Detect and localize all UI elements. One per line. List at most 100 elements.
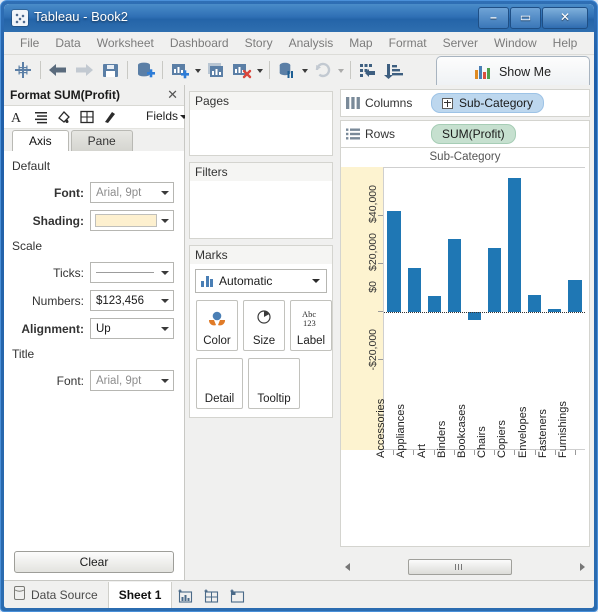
y-axis-tick-label: $0	[367, 281, 379, 293]
horizontal-scrollbar[interactable]	[340, 557, 590, 575]
bar-chairs[interactable]	[488, 248, 501, 312]
new-story-icon[interactable]	[229, 587, 245, 603]
sheet-1-tab[interactable]: Sheet 1	[109, 582, 173, 608]
chevron-down-icon[interactable]	[300, 58, 310, 82]
bar-accessories[interactable]	[387, 211, 400, 311]
menu-item-worksheet[interactable]: Worksheet	[89, 34, 162, 52]
chevron-down-icon[interactable]	[161, 299, 169, 303]
scroll-left-arrow[interactable]	[340, 558, 356, 574]
scroll-thumb[interactable]	[408, 559, 512, 575]
menu-item-window[interactable]: Window	[486, 34, 545, 52]
sort-ascending-icon[interactable]	[381, 58, 407, 82]
tab-pane[interactable]: Pane	[71, 130, 133, 152]
data-source-tab[interactable]: Data Source	[4, 582, 109, 608]
back-arrow-icon[interactable]	[45, 58, 71, 82]
control-numbers[interactable]: $123,456	[90, 290, 174, 311]
filters-card[interactable]: Filters	[189, 162, 333, 239]
control-shading[interactable]	[90, 210, 174, 231]
menu-item-dashboard[interactable]: Dashboard	[162, 34, 237, 52]
scroll-right-arrow[interactable]	[574, 558, 590, 574]
menu-item-story[interactable]: Story	[237, 34, 281, 52]
close-button[interactable]: ✕	[542, 7, 588, 29]
x-axis-label-furnishings[interactable]: Furnishings	[557, 401, 569, 458]
x-axis-label-bookcases[interactable]: Bookcases	[456, 404, 468, 458]
bar-art[interactable]	[428, 296, 441, 312]
x-axis-label-copiers[interactable]: Copiers	[496, 420, 508, 458]
expand-plus-icon[interactable]	[442, 98, 453, 109]
chevron-down-icon[interactable]	[161, 191, 169, 195]
fields-dropdown[interactable]: Fields	[146, 109, 178, 123]
menu-item-data[interactable]: Data	[47, 34, 88, 52]
menu-item-format[interactable]: Format	[381, 34, 435, 52]
marks-tooltip-button[interactable]: Tooltip	[248, 358, 300, 409]
minimize-button[interactable]: –	[478, 7, 509, 29]
columns-icon	[346, 97, 360, 109]
menu-item-help[interactable]: Help	[545, 34, 586, 52]
chevron-down-icon[interactable]	[161, 379, 169, 383]
x-axis-label-chairs[interactable]: Chairs	[476, 426, 488, 458]
lines-icon[interactable]	[102, 109, 118, 125]
rows-shelf[interactable]: Rows SUM(Profit)	[340, 120, 590, 148]
add-data-source-icon[interactable]	[132, 58, 158, 82]
menu-item-file[interactable]: File	[12, 34, 47, 52]
control-font[interactable]: Arial, 9pt	[90, 182, 174, 203]
menu-item-server[interactable]: Server	[435, 34, 486, 52]
bar-envelopes[interactable]	[528, 295, 541, 312]
clear-button[interactable]: Clear	[14, 551, 174, 573]
save-icon[interactable]	[97, 58, 123, 82]
control-alignment[interactable]: Up	[90, 318, 174, 339]
control-ticks[interactable]	[90, 262, 174, 283]
borders-icon[interactable]	[79, 109, 95, 125]
marks-type-dropdown[interactable]: Automatic	[195, 269, 327, 293]
close-icon[interactable]: ✕	[167, 87, 178, 103]
marks-color-button[interactable]: Color	[196, 300, 238, 351]
scroll-track[interactable]	[356, 558, 574, 574]
font-icon[interactable]: A	[10, 109, 26, 125]
chevron-down-icon[interactable]	[161, 327, 169, 331]
pause-auto-update-icon[interactable]	[274, 58, 300, 82]
maximize-button[interactable]: ▭	[510, 7, 541, 29]
new-dashboard-icon[interactable]	[203, 587, 219, 603]
forward-arrow-icon[interactable]	[71, 58, 97, 82]
columns-shelf[interactable]: Columns Sub-Category	[340, 89, 590, 117]
bar-bookcases[interactable]	[468, 312, 481, 320]
x-axis-label-envelopes[interactable]: Envelopes	[517, 407, 529, 458]
refresh-icon[interactable]	[310, 58, 336, 82]
new-worksheet-icon[interactable]	[167, 58, 193, 82]
tableau-sparkle-icon[interactable]	[10, 58, 36, 82]
alignment-icon[interactable]	[33, 109, 49, 125]
label-numbers: Numbers:	[32, 294, 84, 308]
menu-item-analysis[interactable]: Analysis	[281, 34, 342, 52]
chevron-down-icon[interactable]	[161, 271, 169, 275]
x-axis-label-appliances[interactable]: Appliances	[395, 404, 407, 458]
pages-card[interactable]: Pages	[189, 91, 333, 156]
marks-detail-button[interactable]: Detail	[196, 358, 243, 409]
x-axis-label-accessories[interactable]: Accessories	[375, 399, 387, 458]
marks-size-button[interactable]: Size	[243, 300, 285, 351]
swap-rows-columns-icon[interactable]	[355, 58, 381, 82]
clear-sheet-icon[interactable]	[229, 58, 255, 82]
menu-item-map[interactable]: Map	[341, 34, 380, 52]
pill-sum-profit[interactable]: SUM(Profit)	[431, 124, 516, 144]
chevron-down-icon[interactable]	[161, 219, 169, 223]
new-worksheet-icon[interactable]	[177, 587, 193, 603]
duplicate-sheet-icon[interactable]	[203, 58, 229, 82]
x-axis-label-art[interactable]: Art	[416, 444, 428, 458]
x-axis-label-fasteners[interactable]: Fasteners	[537, 409, 549, 458]
chevron-down-icon[interactable]	[193, 58, 203, 82]
bar-furnishings[interactable]	[568, 280, 581, 311]
chevron-down-icon[interactable]	[255, 58, 265, 82]
marks-label-button[interactable]: Abc123 Label	[290, 300, 332, 351]
control-font[interactable]: Arial, 9pt	[90, 370, 174, 391]
x-axis-tick	[494, 450, 495, 455]
shading-icon[interactable]	[56, 109, 72, 125]
pill-sub-category[interactable]: Sub-Category	[431, 93, 544, 113]
show-me-button[interactable]: Show Me	[436, 56, 590, 87]
x-axis-label-binders[interactable]: Binders	[436, 421, 448, 458]
bar-binders[interactable]	[448, 239, 461, 311]
bar-appliances[interactable]	[408, 268, 421, 311]
chevron-down-icon[interactable]	[336, 58, 346, 82]
bar-copiers[interactable]	[508, 178, 521, 311]
color-swatch[interactable]	[95, 214, 157, 227]
tab-axis[interactable]: Axis	[12, 130, 69, 153]
